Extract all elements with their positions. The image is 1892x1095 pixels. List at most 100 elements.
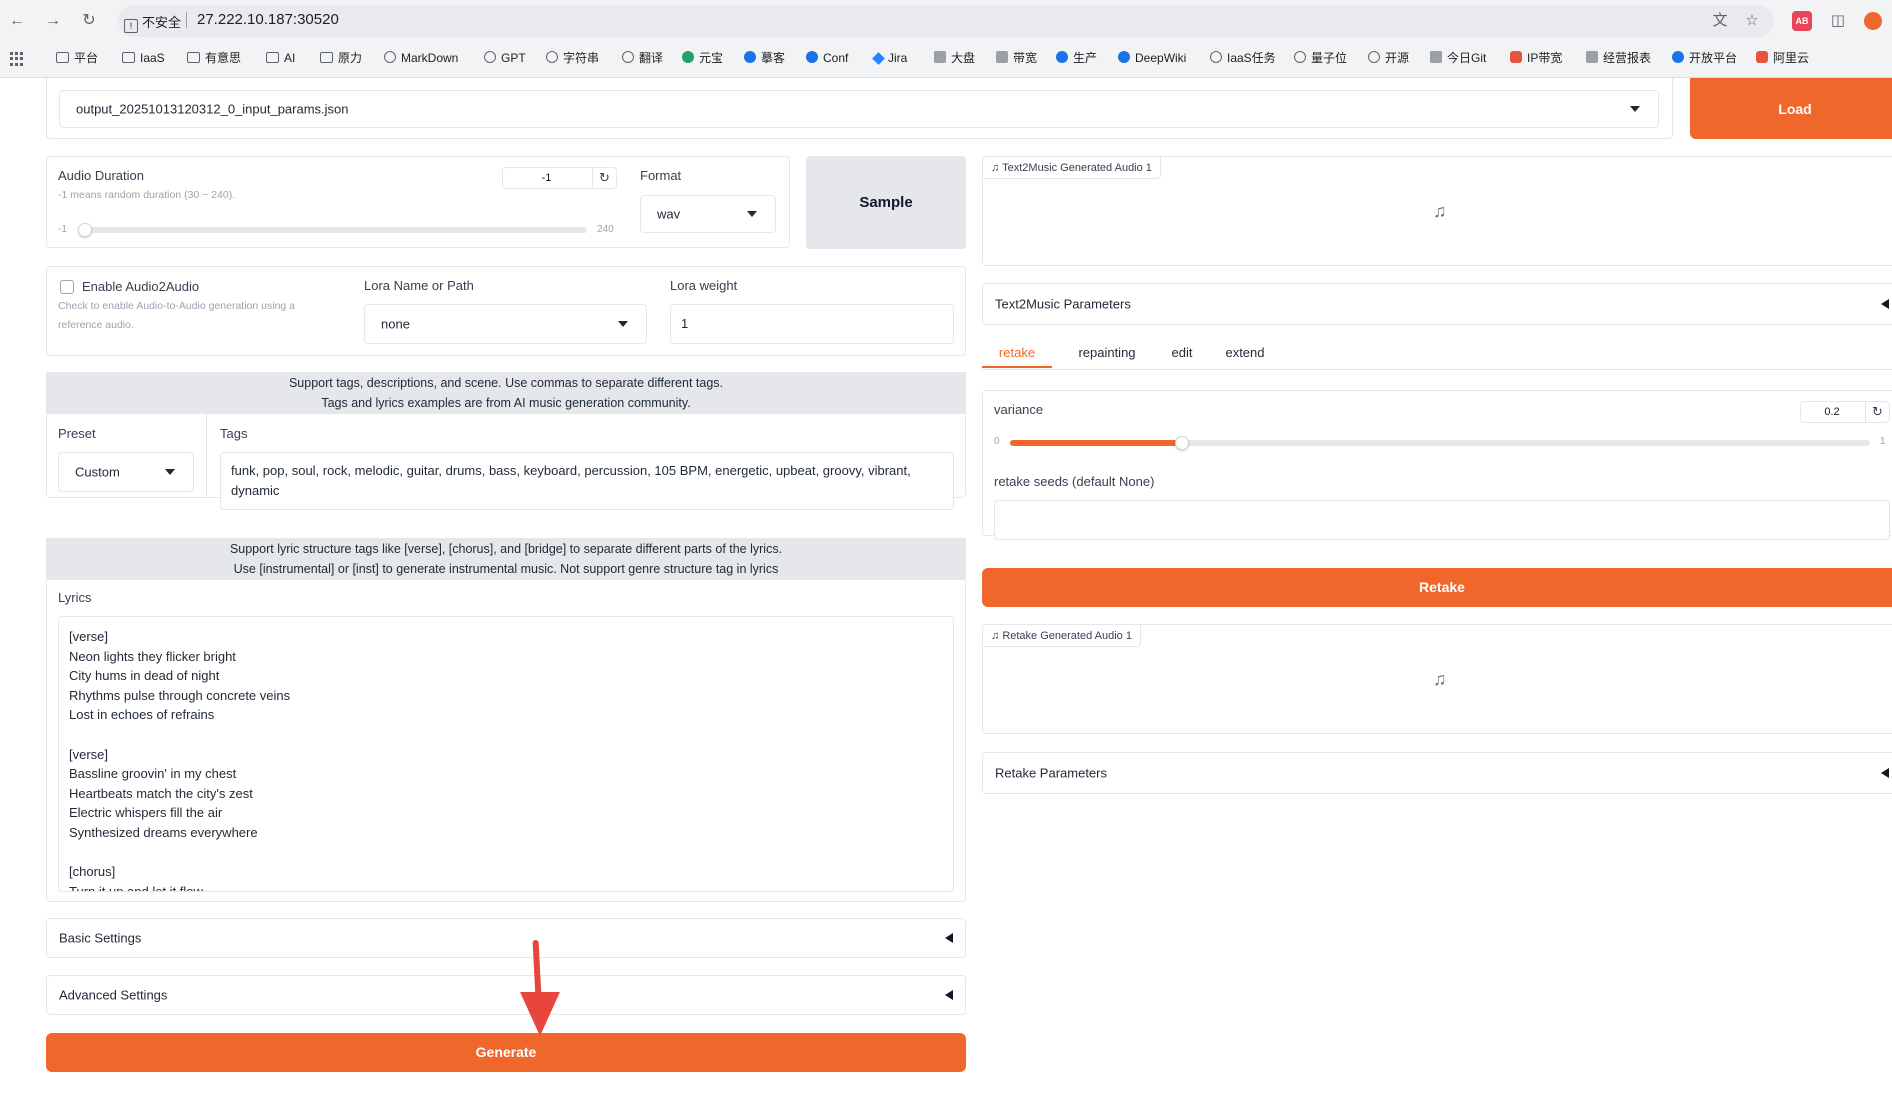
basic-settings-accordion[interactable]: Basic Settings	[46, 918, 966, 958]
bookmark-item[interactable]: 大盘	[934, 46, 975, 70]
collapse-triangle-icon	[1881, 299, 1889, 309]
puzzle-icon[interactable]: ◫	[1828, 11, 1848, 31]
retake-params-title: Retake Parameters	[995, 765, 1107, 781]
format-select[interactable]: wav	[640, 195, 776, 233]
mockplus-icon	[744, 51, 756, 63]
music-note-icon: ♫	[1433, 669, 1447, 689]
url-separator	[186, 12, 187, 28]
bookmark-label: IaaS任务	[1227, 51, 1276, 65]
lora-name-value: none	[381, 316, 410, 332]
lyrics-info-line2: Use [instrumental] or [inst] to generate…	[233, 562, 779, 576]
bookmark-item[interactable]: AI	[266, 46, 295, 70]
reset-icon[interactable]: ↻	[592, 168, 616, 188]
bookmarks-bar: 平台 IaaS 有意思 AI 原力 MarkDown GPT 字符串 翻译 元宝…	[0, 46, 1892, 70]
variance-slider-thumb[interactable]	[1175, 436, 1189, 450]
bookmark-item[interactable]: 今日Git	[1430, 46, 1486, 70]
bookmark-item[interactable]: 翻译	[622, 46, 663, 70]
bookmark-label: 摹客	[761, 51, 786, 65]
audio2audio-checkbox[interactable]	[60, 280, 74, 294]
lyrics-textarea[interactable]: [verse] Neon lights they flicker bright …	[58, 616, 954, 892]
gpt-icon	[484, 51, 496, 63]
bookmark-item[interactable]: 带宽	[996, 46, 1037, 70]
variance-slider[interactable]	[1010, 436, 1870, 450]
tab-edit[interactable]: edit	[1152, 338, 1212, 368]
star-icon[interactable]: ☆	[1742, 11, 1762, 31]
preset-select[interactable]: Custom	[58, 452, 194, 492]
bookmark-item[interactable]: IaaS任务	[1210, 46, 1276, 70]
text2music-audio-player[interactable]: ♫ Text2Music Generated Audio 1 ♫	[982, 156, 1892, 266]
bookmark-item[interactable]: 开放平台	[1672, 46, 1737, 70]
lyrics-info-line1: Support lyric structure tags like [verse…	[229, 542, 783, 556]
sample-button[interactable]: Sample	[806, 156, 966, 249]
tab-repainting[interactable]: repainting	[1062, 338, 1152, 368]
reload-icon[interactable]: ↻	[78, 10, 100, 32]
tab-extend[interactable]: extend	[1210, 338, 1280, 368]
github-icon	[1368, 51, 1380, 63]
profile-avatar-icon[interactable]	[1864, 12, 1882, 30]
params-file-select[interactable]: output_20251013120312_0_input_params.jso…	[59, 90, 1659, 128]
variance-number-input[interactable]: 0.2 ↻	[1800, 401, 1890, 423]
bookmark-item[interactable]: DeepWiki	[1118, 46, 1186, 70]
grafana-icon	[934, 51, 946, 63]
browser-chrome: ← → ↻ ! 不安全 27.222.10.187:30520 文 ☆ AB ◫ …	[0, 0, 1892, 78]
security-indicator[interactable]: ! 不安全	[124, 12, 181, 33]
duration-label: Audio Duration	[58, 168, 144, 183]
bookmark-item[interactable]: 生产	[1056, 46, 1097, 70]
bookmark-label: GPT	[501, 51, 526, 65]
lora-name-select[interactable]: none	[364, 304, 647, 344]
task-icon	[1210, 51, 1222, 63]
translate-icon[interactable]: 文	[1710, 11, 1730, 31]
bookmark-item[interactable]: 摹客	[744, 46, 785, 70]
tab-retake[interactable]: retake	[982, 338, 1052, 368]
audio2audio-label[interactable]: Enable Audio2Audio	[82, 279, 199, 294]
bookmark-item[interactable]: GPT	[484, 46, 526, 70]
retake-audio-player[interactable]: ♫ Retake Generated Audio 1 ♫	[982, 624, 1892, 734]
retake-button[interactable]: Retake	[982, 568, 1892, 607]
advanced-settings-accordion[interactable]: Advanced Settings	[46, 975, 966, 1015]
duration-slider[interactable]	[78, 223, 587, 237]
text2music-params-accordion[interactable]: Text2Music Parameters	[982, 283, 1892, 325]
bookmark-item[interactable]: IP带宽	[1510, 46, 1562, 70]
load-button[interactable]: Load	[1690, 78, 1892, 139]
bookmark-item[interactable]: 平台	[56, 46, 98, 70]
bookmark-item[interactable]: 经营报表	[1586, 46, 1651, 70]
tags-info-line1: Support tags, descriptions, and scene. U…	[288, 376, 724, 390]
generate-button[interactable]: Generate	[46, 1033, 966, 1072]
tags-textarea[interactable]: funk, pop, soul, rock, melodic, guitar, …	[220, 452, 954, 510]
lora-weight-input[interactable]: 1	[670, 304, 954, 344]
edit-mode-tabs: retake repainting edit extend	[982, 338, 1892, 370]
bookmark-item[interactable]: MarkDown	[384, 46, 458, 70]
folder-icon	[187, 52, 200, 63]
duration-number-input[interactable]: -1 ↻	[502, 167, 617, 189]
bookmark-item[interactable]: 字符串	[546, 46, 599, 70]
bookmark-label: 字符串	[563, 51, 600, 65]
bookmark-item[interactable]: Jira	[872, 46, 908, 70]
bookmark-item[interactable]: 原力	[320, 46, 362, 70]
bookmark-item[interactable]: Conf	[806, 46, 848, 70]
variance-max: 1	[1880, 436, 1886, 447]
bookmark-item[interactable]: 开源	[1368, 46, 1409, 70]
bookmark-item[interactable]: 量子位	[1294, 46, 1347, 70]
bookmark-item[interactable]: 有意思	[187, 46, 241, 70]
url-text[interactable]: 27.222.10.187:30520	[197, 11, 339, 28]
extension-badge-icon[interactable]: AB	[1792, 11, 1812, 31]
bookmark-item[interactable]: 元宝	[682, 46, 723, 70]
retake-params-accordion[interactable]: Retake Parameters	[982, 752, 1892, 794]
retake-seeds-input[interactable]	[994, 500, 1890, 540]
lora-weight-label: Lora weight	[670, 278, 738, 293]
retake-audio-tag: ♫ Retake Generated Audio 1	[983, 625, 1141, 647]
apps-grid-icon[interactable]	[10, 52, 24, 66]
text2music-audio-tag: ♫ Text2Music Generated Audio 1	[983, 157, 1161, 179]
bookmark-label: Jira	[888, 51, 908, 65]
forward-icon[interactable]: →	[42, 10, 64, 32]
reset-icon[interactable]: ↻	[1865, 402, 1889, 422]
back-icon[interactable]: ←	[6, 10, 28, 32]
music-note-icon: ♫	[991, 630, 1003, 642]
duration-slider-thumb[interactable]	[78, 223, 92, 237]
bookmark-label: 翻译	[639, 51, 664, 65]
bookmark-item[interactable]: IaaS	[122, 46, 165, 70]
bookmark-label: MarkDown	[401, 51, 459, 65]
address-bar[interactable]	[118, 5, 1774, 37]
collapse-triangle-icon	[945, 933, 953, 943]
bookmark-item[interactable]: 阿里云	[1756, 46, 1809, 70]
